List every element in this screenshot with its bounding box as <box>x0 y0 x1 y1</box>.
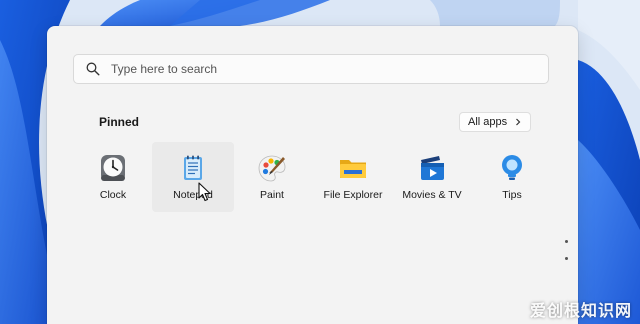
pinned-apps-grid: Clock Notepad Paint File Explorer Movies… <box>47 142 578 214</box>
more-pages-dots-icon[interactable] <box>563 240 569 260</box>
movies-tv-icon <box>417 153 447 183</box>
dot <box>564 257 568 260</box>
folder-icon <box>338 153 368 183</box>
pinned-app-notepad[interactable]: Notepad <box>152 142 234 212</box>
clock-icon <box>98 153 128 183</box>
tips-icon <box>497 153 527 183</box>
paint-icon <box>257 153 287 183</box>
pinned-app-file-explorer[interactable]: File Explorer <box>311 142 395 212</box>
search-box[interactable] <box>73 54 549 84</box>
app-label: Movies & TV <box>402 189 462 201</box>
pinned-app-paint[interactable]: Paint <box>231 142 313 212</box>
pinned-heading: Pinned <box>99 115 140 129</box>
app-label: Paint <box>260 189 284 201</box>
pinned-app-tips[interactable]: Tips <box>471 142 553 212</box>
app-label: Tips <box>502 189 522 201</box>
start-menu: Pinned All apps Clock <box>47 26 578 324</box>
search-input[interactable] <box>109 61 513 77</box>
watermark-text: 爱创根知识网 <box>529 303 632 320</box>
search-icon <box>86 62 100 76</box>
chevron-right-icon <box>515 118 521 126</box>
dot <box>564 240 568 243</box>
pinned-app-clock[interactable]: Clock <box>72 142 154 212</box>
app-label: File Explorer <box>323 189 383 201</box>
all-apps-label: All apps <box>468 116 508 128</box>
all-apps-button[interactable]: All apps <box>459 112 532 132</box>
pinned-app-movies-tv[interactable]: Movies & TV <box>391 142 473 212</box>
notepad-icon <box>178 153 208 183</box>
app-label: Clock <box>99 189 127 201</box>
mouse-cursor-icon <box>198 182 212 202</box>
